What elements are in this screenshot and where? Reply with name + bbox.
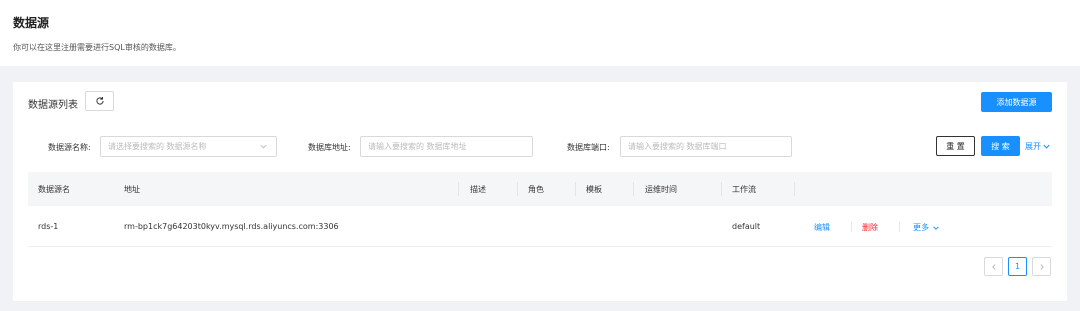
column-divider xyxy=(794,182,795,196)
cell-workflow: default xyxy=(732,222,761,231)
table-row: rds-1 rm-bp1ck7g64203t0kyv.mysql.rds.ali… xyxy=(28,206,1052,247)
name-filter-select[interactable]: 请选择要搜索的 数据源名称 xyxy=(100,136,277,157)
chevron-down-icon xyxy=(933,225,939,230)
expand-filters-link[interactable]: 展开 xyxy=(1025,141,1051,152)
column-header-maintenance: 运维时间 xyxy=(645,185,677,194)
port-filter-input[interactable]: 请输入要搜索的 数据库端口 xyxy=(620,136,792,157)
cell-name: rds-1 xyxy=(38,222,59,231)
refresh-icon xyxy=(95,96,104,105)
page-description: 你可以在这里注册需要进行SQL审核的数据库。 xyxy=(13,43,181,52)
column-header-template: 模板 xyxy=(586,185,602,194)
refresh-button[interactable] xyxy=(85,91,114,111)
page-number-button[interactable]: 1 xyxy=(1008,257,1027,276)
chevron-down-icon xyxy=(1043,144,1050,149)
column-header-workflow: 工作流 xyxy=(732,185,756,194)
cell-address: rm-bp1ck7g64203t0kyv.mysql.rds.aliyuncs.… xyxy=(124,222,339,231)
more-label: 更多 xyxy=(913,223,929,232)
name-filter-label: 数据源名称: xyxy=(48,143,91,152)
reset-button[interactable]: 重 置 xyxy=(936,136,975,156)
column-divider xyxy=(458,182,459,196)
address-filter-placeholder: 请输入要搜索的 数据库地址 xyxy=(368,142,467,151)
port-filter-placeholder: 请输入要搜索的 数据库端口 xyxy=(628,142,727,151)
prev-page-button[interactable] xyxy=(984,257,1003,276)
datasource-list-card: 数据源列表 添加数据源 数据源名称: 请选择要搜索的 数据源名称 数据库地址: … xyxy=(13,82,1067,301)
add-datasource-button[interactable]: 添加数据源 xyxy=(981,92,1052,112)
action-divider xyxy=(851,222,852,232)
next-page-button[interactable] xyxy=(1032,257,1051,276)
delete-link[interactable]: 删除 xyxy=(862,222,878,233)
expand-label: 展开 xyxy=(1025,142,1041,151)
port-filter-label: 数据库端口: xyxy=(567,143,610,152)
column-divider xyxy=(633,182,634,196)
chevron-right-icon xyxy=(1039,263,1044,270)
list-title: 数据源列表 xyxy=(28,100,78,111)
address-filter-label: 数据库地址: xyxy=(308,143,351,152)
column-header-description: 描述 xyxy=(470,185,486,194)
column-header-address: 地址 xyxy=(124,185,140,194)
address-filter-input[interactable]: 请输入要搜索的 数据库地址 xyxy=(360,136,533,157)
column-header-role: 角色 xyxy=(528,185,544,194)
page-header: 数据源 你可以在这里注册需要进行SQL审核的数据库。 xyxy=(0,0,1080,66)
edit-link[interactable]: 编辑 xyxy=(814,222,830,233)
column-divider xyxy=(517,182,518,196)
name-filter-placeholder: 请选择要搜索的 数据源名称 xyxy=(108,142,207,151)
column-divider xyxy=(575,182,576,196)
chevron-down-icon xyxy=(260,144,267,149)
chevron-left-icon xyxy=(991,263,996,270)
column-header-name: 数据源名 xyxy=(38,185,70,194)
page-title: 数据源 xyxy=(13,16,50,30)
more-actions-dropdown[interactable]: 更多 xyxy=(913,222,940,233)
column-divider xyxy=(721,182,722,196)
table-header: 数据源名 地址 描述 角色 模板 运维时间 工作流 xyxy=(28,172,1052,206)
search-button[interactable]: 搜 索 xyxy=(981,136,1020,156)
action-divider xyxy=(899,222,900,232)
